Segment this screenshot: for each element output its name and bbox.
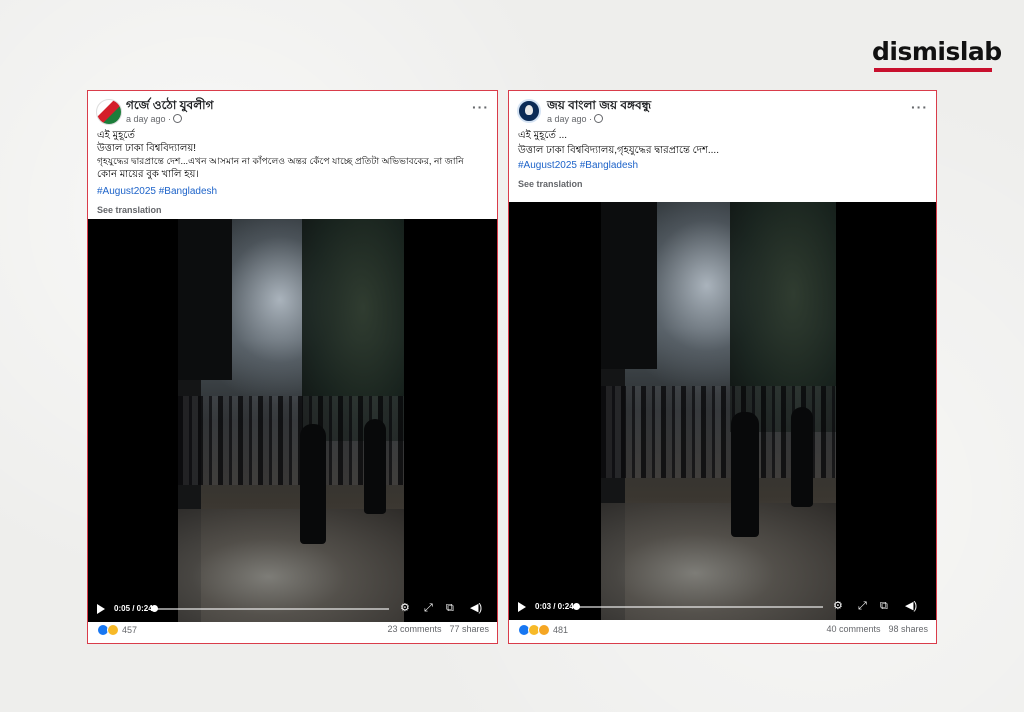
video-progress-knob[interactable]: [150, 605, 158, 612]
settings-icon[interactable]: ⚙: [833, 600, 843, 612]
fullscreen-icon[interactable]: ⤢: [858, 600, 867, 612]
post-time[interactable]: a day ago ·: [126, 114, 183, 124]
hashtags[interactable]: #August2025 #Bangladesh: [518, 159, 928, 172]
video-progress-bar[interactable]: [153, 608, 389, 610]
post-time-text[interactable]: a day ago ·: [547, 114, 592, 124]
post-header: গর্জে ওঠো যুবলীগ a day ago · ···: [96, 97, 489, 131]
shares-count[interactable]: 77 shares: [449, 624, 489, 634]
play-icon[interactable]: [518, 602, 526, 612]
video-progress-knob[interactable]: [572, 603, 580, 610]
dismislab-logo: dismislab: [872, 37, 1002, 72]
post-text: এই মুহূর্তে ... উত্তাল ঢাকা বিশ্ববিদ্যাল…: [518, 129, 928, 191]
comments-count[interactable]: 23 comments: [387, 624, 441, 634]
post-stats: 23 comments 77 shares: [379, 624, 489, 634]
brand-underline: [874, 68, 992, 72]
care-reaction-icon: [538, 624, 550, 636]
shares-count[interactable]: 98 shares: [888, 624, 928, 634]
video-time: 0:05 / 0:24: [114, 604, 153, 613]
picture-in-picture-icon[interactable]: ⧉: [446, 602, 454, 614]
post-time-text[interactable]: a day ago ·: [126, 114, 171, 124]
settings-icon[interactable]: ⚙: [400, 602, 410, 614]
post-line: কোন মায়ের বুক খালি হয়।: [97, 169, 199, 180]
globe-icon: [173, 114, 183, 123]
reaction-count: 457: [122, 625, 138, 635]
post-line: গৃহযুদ্ধের দ্বারপ্রান্তে দেশ...এখন আসমান…: [97, 156, 464, 166]
video-controls: 0:03 / 0:24 ⚙ ⤢ ⧉ ◀︎): [509, 594, 936, 620]
picture-in-picture-icon[interactable]: ⧉: [880, 600, 888, 612]
video-progress-bar[interactable]: [575, 606, 823, 608]
see-translation-link[interactable]: See translation: [97, 204, 489, 217]
post-stats: 40 comments 98 shares: [818, 624, 928, 634]
reaction-count: 481: [553, 625, 569, 635]
video-time: 0:03 / 0:24: [535, 602, 574, 611]
video-player[interactable]: 0:05 / 0:24 ⚙ ⤢ ⧉ ◀︎): [88, 219, 497, 622]
post-line: উত্তাল ঢাকা বিশ্ববিদ্যালয়!: [97, 143, 197, 154]
post-line: এই মুহূর্তে: [97, 130, 135, 141]
post-header: জয় বাংলা জয় বঙ্গবন্ধু a day ago · ···: [517, 97, 928, 131]
volume-icon[interactable]: ◀︎): [470, 602, 482, 614]
post-line: এই মুহূর্তে ...: [518, 130, 568, 141]
page-avatar[interactable]: [96, 99, 122, 125]
facebook-post-1: গর্জে ওঠো যুবলীগ a day ago · ··· এই মুহূ…: [87, 90, 498, 644]
post-text: এই মুহূর্তে উত্তাল ঢাকা বিশ্ববিদ্যালয়! …: [97, 129, 489, 217]
volume-icon[interactable]: ◀︎): [905, 600, 917, 612]
facebook-post-2: জয় বাংলা জয় বঙ্গবন্ধু a day ago · ··· …: [508, 90, 937, 644]
video-controls: 0:05 / 0:24 ⚙ ⤢ ⧉ ◀︎): [88, 596, 497, 622]
page-avatar[interactable]: [517, 99, 541, 123]
more-options-icon[interactable]: ···: [472, 99, 489, 115]
video-building: [178, 219, 233, 381]
post-line: উত্তাল ঢাকা বিশ্ববিদ্যালয়,গৃহযুদ্ধের দ্…: [518, 145, 719, 156]
video-person: [731, 412, 759, 537]
video-frame: [601, 202, 836, 620]
more-options-icon[interactable]: ···: [911, 99, 928, 115]
video-person: [300, 424, 326, 544]
comments-count[interactable]: 40 comments: [826, 624, 880, 634]
brand-name: dismislab: [872, 37, 1002, 66]
video-frame: [178, 219, 404, 622]
globe-icon: [594, 114, 604, 123]
video-person: [791, 407, 813, 507]
see-translation-link[interactable]: See translation: [518, 178, 928, 191]
video-player[interactable]: 0:03 / 0:24 ⚙ ⤢ ⧉ ◀︎): [509, 202, 936, 620]
hashtags[interactable]: #August2025 #Bangladesh: [97, 185, 489, 198]
post-time[interactable]: a day ago ·: [547, 114, 604, 124]
play-icon[interactable]: [97, 604, 105, 614]
post-footer: 481 40 comments 98 shares: [518, 624, 928, 638]
reactions[interactable]: 481: [518, 624, 568, 636]
post-footer: 457 23 comments 77 shares: [97, 624, 489, 638]
reactions[interactable]: 457: [97, 624, 137, 636]
haha-reaction-icon: [107, 624, 119, 636]
video-building: [601, 202, 658, 370]
video-person: [364, 419, 386, 514]
fullscreen-icon[interactable]: ⤢: [424, 602, 433, 614]
